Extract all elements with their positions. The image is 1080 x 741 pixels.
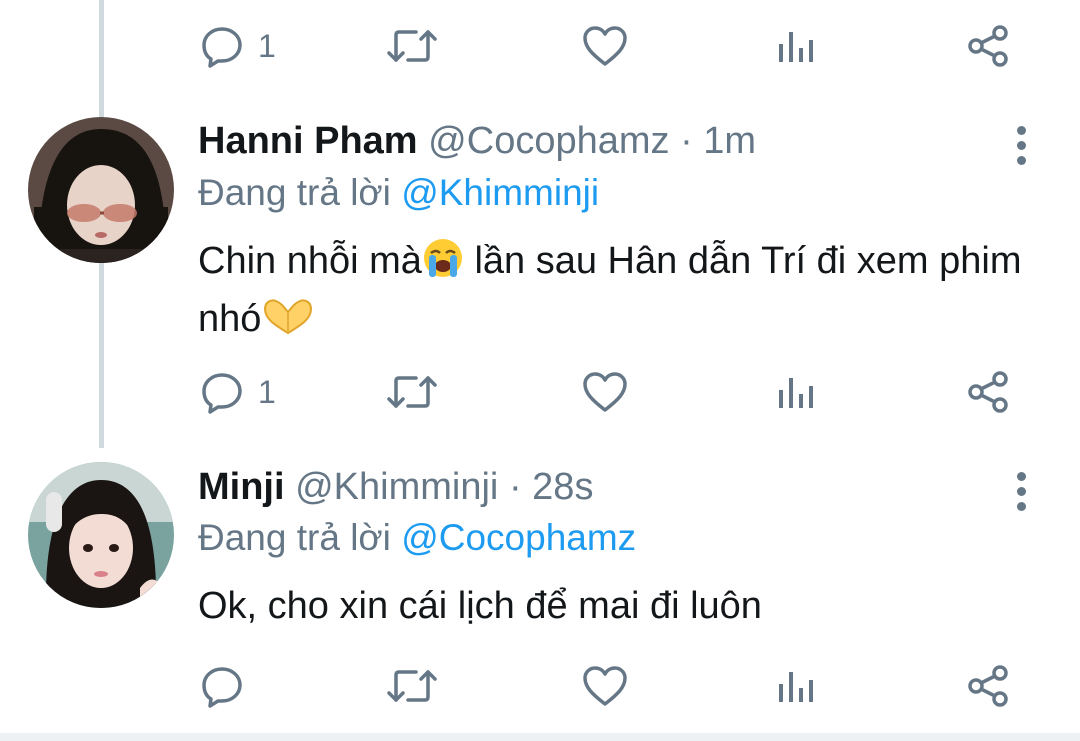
share-icon bbox=[968, 665, 1008, 707]
section-divider bbox=[0, 733, 1080, 741]
reply-count: 1 bbox=[258, 374, 276, 410]
separator-dot: · bbox=[680, 120, 693, 162]
avatar[interactable] bbox=[28, 462, 174, 608]
tweet-text: Ok, cho xin cái lịch để mai đi luôn bbox=[198, 585, 762, 627]
retweet-button[interactable] bbox=[386, 16, 438, 76]
tweet-header: Minji @Khimminji · 28s bbox=[198, 465, 593, 509]
separator-dot: · bbox=[508, 466, 522, 508]
user-handle[interactable]: @Khimminji bbox=[295, 466, 498, 508]
user-handle[interactable]: @Cocophamz bbox=[428, 120, 669, 162]
top-tweet-actions: 1 bbox=[0, 16, 1080, 76]
views-icon bbox=[779, 378, 813, 408]
replying-to-label: Đang trả lời bbox=[198, 172, 391, 213]
reply-button[interactable]: 1 bbox=[200, 16, 276, 76]
share-button[interactable] bbox=[966, 362, 1010, 422]
reply-icon bbox=[202, 27, 242, 68]
more-icon bbox=[1006, 126, 1036, 165]
reply-icon bbox=[202, 373, 242, 414]
like-button[interactable] bbox=[582, 16, 628, 76]
like-icon bbox=[583, 26, 627, 66]
loudly-crying-face-icon bbox=[422, 237, 464, 293]
tweet-header: Hanni Pham @Cocophamz · 1m bbox=[198, 119, 756, 163]
views-icon bbox=[779, 672, 813, 702]
replying-to-mention[interactable]: @Cocophamz bbox=[401, 517, 636, 558]
retweet-button[interactable] bbox=[386, 362, 438, 422]
retweet-icon bbox=[387, 376, 437, 408]
share-button[interactable] bbox=[966, 16, 1010, 76]
share-button[interactable] bbox=[966, 656, 1010, 716]
reply-button[interactable] bbox=[200, 656, 244, 716]
tweet-actions: 1 bbox=[0, 362, 1080, 422]
share-icon bbox=[968, 371, 1008, 413]
replying-to-line: Đang trả lời @Cocophamz bbox=[198, 516, 636, 560]
views-icon bbox=[779, 32, 813, 62]
views-button[interactable] bbox=[776, 362, 816, 422]
heart-hands-icon bbox=[261, 295, 315, 351]
thread-view: 1 Hanni Pham @Cocophamz · 1m Đang trả lờ… bbox=[0, 0, 1080, 741]
reply-icon bbox=[202, 667, 242, 708]
timestamp[interactable]: 1m bbox=[703, 120, 756, 162]
retweet-icon bbox=[387, 30, 437, 62]
views-button[interactable] bbox=[776, 656, 816, 716]
retweet-button[interactable] bbox=[386, 656, 438, 716]
tweet-text-part1: Chin nhỗi mà bbox=[198, 240, 422, 282]
more-options-button[interactable] bbox=[1006, 126, 1036, 178]
more-options-button[interactable] bbox=[1006, 472, 1036, 524]
like-button[interactable] bbox=[582, 362, 628, 422]
tweet-text: Chin nhỗi mà lần sau Hân dẫn Trí đi xem … bbox=[198, 235, 1038, 351]
reply-count: 1 bbox=[258, 28, 276, 64]
reply-button[interactable]: 1 bbox=[200, 362, 276, 422]
views-button[interactable] bbox=[776, 16, 816, 76]
retweet-icon bbox=[387, 670, 437, 702]
share-icon bbox=[968, 25, 1008, 67]
like-icon bbox=[583, 666, 627, 706]
display-name[interactable]: Minji bbox=[198, 466, 285, 508]
avatar[interactable] bbox=[28, 117, 174, 263]
replying-to-mention[interactable]: @Khimminji bbox=[401, 172, 599, 213]
timestamp[interactable]: 28s bbox=[532, 466, 593, 508]
like-icon bbox=[583, 372, 627, 412]
replying-to-label: Đang trả lời bbox=[198, 517, 391, 558]
display-name[interactable]: Hanni Pham bbox=[198, 120, 418, 162]
more-icon bbox=[1006, 472, 1036, 511]
tweet-actions bbox=[0, 656, 1080, 716]
like-button[interactable] bbox=[582, 656, 628, 716]
replying-to-line: Đang trả lời @Khimminji bbox=[198, 171, 599, 215]
